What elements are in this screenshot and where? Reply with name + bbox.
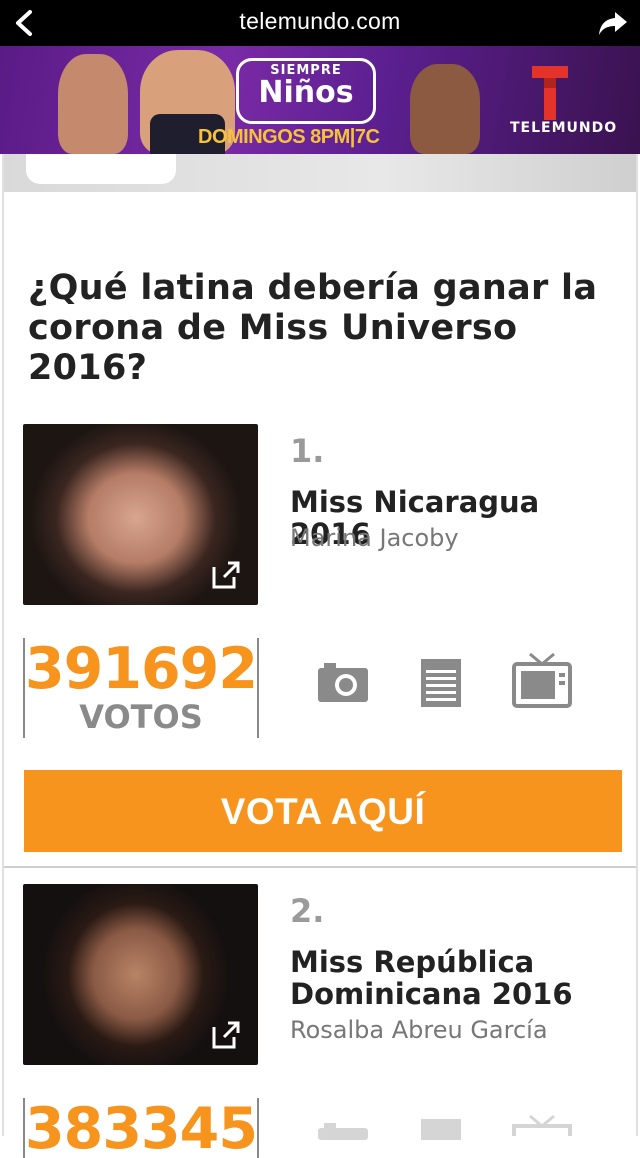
browser-toolbar: telemundo.com [0,0,640,46]
ad-kid-image [410,64,480,154]
entry-person: Rosalba Abreu García [290,1016,548,1044]
entry-person: Marina Jacoby [290,524,459,552]
header-image-strip [4,154,636,192]
vote-count: 391692 [25,636,258,702]
ad-logo-big-text: Niños [258,75,354,110]
ad-schedule: DOMINGOS 8PM|7C [198,126,380,148]
poll-content: ¿Qué latina debería ganar la corona de M… [2,154,638,1158]
entry-rank: 2. [290,892,325,930]
entry-rank: 1. [290,432,325,470]
external-link-icon[interactable] [210,1019,242,1051]
contestant-photo[interactable] [23,424,258,605]
tv-icon[interactable] [512,652,572,708]
ad-person-image [58,54,128,154]
url-bar[interactable]: telemundo.com [0,8,640,35]
vote-count-box: 383345 [23,1098,259,1158]
external-link-icon[interactable] [210,559,242,591]
notes-icon[interactable] [420,658,462,708]
vote-count-label: VOTOS [79,698,203,736]
entry-divider [4,866,636,868]
ad-banner[interactable]: SIEMPRE Niños DOMINGOS 8PM|7C TELEMUNDO [0,46,640,154]
vote-count-box: 391692 VOTOS [23,638,259,738]
camera-icon[interactable] [316,1120,370,1140]
ad-show-logo: SIEMPRE Niños [236,58,376,124]
vote-count: 383345 [25,1098,257,1158]
camera-icon[interactable] [316,660,370,704]
share-arrow-icon[interactable] [598,10,628,36]
ad-brand-label: TELEMUNDO [510,120,618,136]
notes-icon[interactable] [420,1118,462,1140]
entry-name[interactable]: Miss República Dominicana 2016 [290,946,630,1010]
contestant-photo[interactable] [23,884,258,1065]
tv-icon[interactable] [512,1114,572,1136]
poll-title: ¿Qué latina debería ganar la corona de M… [28,268,598,388]
vote-button[interactable]: VOTA AQUÍ [24,770,622,852]
